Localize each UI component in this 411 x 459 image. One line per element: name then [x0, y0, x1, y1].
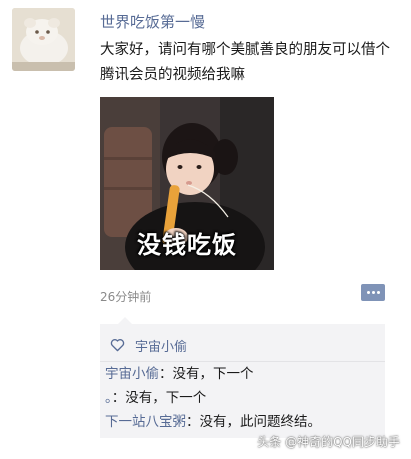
comment-text: 没有，此问题终结。 — [199, 414, 322, 430]
post-author-name[interactable]: 世界吃饭第一慢 — [100, 11, 205, 33]
heart-outline-icon — [110, 339, 125, 352]
comment-row[interactable]: 。：没有，下一个 — [105, 386, 379, 410]
comment-separator: ： — [186, 414, 200, 430]
image-caption: 没钱吃饭 — [137, 231, 237, 259]
comment-button[interactable] — [361, 284, 385, 301]
watermark: 头条 @神奇的QQ同步助手 — [257, 435, 400, 449]
avatar[interactable] — [12, 8, 75, 71]
comment-row[interactable]: 宇宙小偷：没有，下一个 — [105, 362, 379, 386]
post-image[interactable]: 没钱吃饭 — [100, 97, 274, 270]
comment-author[interactable]: 下一站八宝粥 — [105, 414, 186, 430]
comment-separator: ： — [159, 366, 173, 382]
comment-list: 宇宙小偷：没有，下一个 。：没有，下一个 下一站八宝粥：没有，此问题终结。 — [105, 362, 379, 434]
comment-author[interactable]: 。 — [105, 390, 112, 406]
comment-text: 没有，下一个 — [172, 366, 254, 382]
post-timestamp: 26分钟前 — [100, 290, 152, 304]
post-text: 大家好，请问有哪个美腻善良的朋友可以借个腾讯会员的视频给我嘛 — [100, 42, 390, 83]
comment-row[interactable]: 下一站八宝粥：没有，此问题终结。 — [105, 410, 379, 434]
comment-text: 没有，下一个 — [125, 390, 207, 406]
interactions-panel: 宇宙小偷 宇宙小偷：没有，下一个 。：没有，下一个 下一站八宝粥：没有，此问题终… — [100, 317, 385, 438]
comment-author[interactable]: 宇宙小偷 — [105, 366, 159, 382]
avatar-image — [12, 8, 75, 71]
comment-separator: ： — [111, 390, 126, 406]
likes-row: 宇宙小偷 — [110, 334, 187, 356]
like-user-name[interactable]: 宇宙小偷 — [135, 336, 187, 355]
